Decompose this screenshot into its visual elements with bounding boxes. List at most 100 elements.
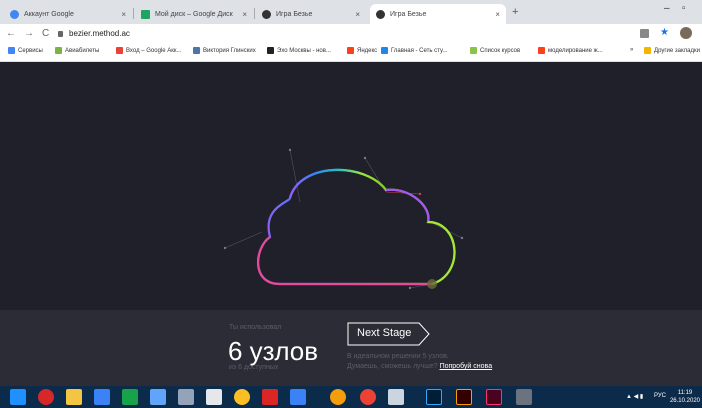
indesign-icon[interactable]: [486, 389, 502, 405]
bookmark-viktoria[interactable]: Виктория Глинских: [193, 47, 256, 54]
bookmark-label: Главная - Сеть сту...: [391, 47, 448, 54]
cloud-curve-segment[interactable]: [385, 188, 430, 223]
tab-google-account[interactable]: Аккаунт Google ×: [4, 4, 132, 24]
bookmark-label: Вход – Google Акк...: [126, 47, 182, 54]
bookmark-yandex[interactable]: Яндекс: [347, 47, 377, 54]
new-tab-button[interactable]: +: [512, 6, 518, 18]
handle-point[interactable]: [363, 156, 367, 160]
apps-icon: [8, 47, 15, 54]
paint-icon[interactable]: [234, 389, 250, 405]
power-icon[interactable]: [38, 389, 54, 405]
clock[interactable]: 11:19 26.10.2020: [670, 389, 700, 405]
hint-line: В идеальном решении 5 узлов.: [347, 353, 449, 360]
bezier-canvas[interactable]: [0, 62, 702, 310]
maximize-button[interactable]: ▫: [682, 3, 686, 14]
url-field[interactable]: bezier.method.ac: [58, 29, 130, 38]
search-icon[interactable]: [330, 389, 346, 405]
bookmark-courses[interactable]: Список курсов: [470, 47, 520, 54]
back-button[interactable]: ←: [6, 28, 16, 39]
photoshop-icon[interactable]: [426, 389, 442, 405]
retry-link[interactable]: Попробуй снова: [440, 363, 493, 370]
language-indicator[interactable]: РУС: [654, 393, 666, 399]
yandex-icon: [538, 47, 545, 54]
yandex-icon: [347, 47, 354, 54]
echo-icon: [267, 47, 274, 54]
bookmark-main[interactable]: Главная - Сеть сту...: [381, 47, 447, 54]
cloud-curve-segment[interactable]: [427, 220, 456, 286]
hint-text: В идеальном решении 5 узлов. Думаешь, см…: [347, 352, 507, 372]
tab-close-icon[interactable]: ×: [355, 10, 360, 19]
avatar[interactable]: [680, 27, 692, 39]
address-bar-row: ← → C bezier.method.ac ★: [0, 24, 702, 44]
tab-close-icon[interactable]: ×: [121, 10, 126, 19]
globe-icon: [262, 9, 271, 19]
calculator-icon[interactable]: [178, 389, 194, 405]
bookmark-label: Эхо Москвы - нов...: [277, 47, 331, 54]
bookmark-icon: [381, 47, 388, 54]
tab-separator: [254, 8, 255, 19]
hint-line: Думаешь, сможешь лучше?: [347, 363, 438, 370]
minimize-button[interactable]: –: [664, 3, 670, 14]
drive-icon: [141, 9, 150, 19]
mail-icon[interactable]: [150, 389, 166, 405]
tab-google-drive[interactable]: Мой диск – Google Диск ×: [135, 4, 253, 24]
handle-point[interactable]: [460, 236, 464, 240]
app-icon[interactable]: [290, 389, 306, 405]
bookmarks-bar: Сервисы Авиабилеты Вход – Google Акк... …: [0, 44, 702, 62]
windows-start-icon[interactable]: [10, 389, 26, 405]
tab-title: Игра Безье: [390, 10, 427, 18]
bookmark-other[interactable]: Другие закладки: [644, 47, 700, 54]
windows-taskbar: ▲ ◀ ▮ РУС 11:19 26.10.2020: [0, 386, 702, 408]
bookmarks-overflow[interactable]: »: [630, 47, 633, 53]
folder-icon: [644, 47, 651, 54]
word-icon[interactable]: [94, 389, 110, 405]
bookmark-label: Виктория Глинских: [203, 47, 256, 54]
cloud-curve-segment[interactable]: [257, 236, 281, 286]
bookmark-label: Другие закладки: [654, 47, 700, 54]
anchor-point[interactable]: [427, 279, 437, 289]
notepad-icon[interactable]: [388, 389, 404, 405]
tab-bezier-game[interactable]: Игра Безье ×: [256, 4, 366, 24]
chrome-icon[interactable]: [360, 389, 376, 405]
tab-close-icon[interactable]: ×: [495, 10, 500, 19]
handle-point[interactable]: [223, 246, 227, 250]
forward-button[interactable]: →: [24, 28, 34, 39]
bookmark-icon: [470, 47, 477, 54]
bookmark-services[interactable]: Сервисы: [8, 47, 43, 54]
handle-point[interactable]: [288, 148, 292, 152]
star-icon[interactable]: ★: [660, 27, 669, 38]
globe-icon: [376, 9, 385, 19]
google-icon: [116, 47, 123, 54]
chart-icon[interactable]: [206, 389, 222, 405]
url-text: bezier.method.ac: [69, 29, 130, 38]
cloud-curve-segment[interactable]: [288, 168, 387, 199]
tab-title: Мой диск – Google Диск: [155, 10, 233, 18]
drawing-stage[interactable]: [0, 62, 702, 310]
next-stage-button[interactable]: Next Stage: [347, 322, 431, 346]
bookmark-label: моделирование ж...: [548, 47, 603, 54]
bookmark-modeling[interactable]: моделирование ж...: [538, 47, 603, 54]
bookmark-echo[interactable]: Эхо Москвы - нов...: [267, 47, 331, 54]
vk-icon: [193, 47, 200, 54]
illustrator-icon[interactable]: [456, 389, 472, 405]
of-available-label: из 6 доступных: [229, 364, 279, 371]
tab-bezier-game-active[interactable]: Игра Безье ×: [370, 4, 506, 24]
bookmark-label: Яндекс: [357, 47, 378, 54]
app-icon[interactable]: [516, 389, 532, 405]
bookmark-label: Список курсов: [480, 47, 521, 54]
tab-separator: [133, 8, 134, 19]
folder-icon[interactable]: [66, 389, 82, 405]
pdf-icon[interactable]: [262, 389, 278, 405]
excel-icon[interactable]: [122, 389, 138, 405]
bookmark-google-login[interactable]: Вход – Google Акк...: [116, 47, 182, 54]
used-label: Ты использовал: [229, 324, 282, 331]
cloud-curve[interactable]: [257, 168, 456, 286]
tray-icons[interactable]: ▲ ◀ ▮: [626, 393, 643, 400]
tab-close-icon[interactable]: ×: [242, 10, 247, 19]
handle-point[interactable]: [408, 286, 412, 290]
bookmark-avia[interactable]: Авиабилеты: [55, 47, 99, 54]
result-panel: Ты использовал 6 узлов из 6 доступных Ne…: [0, 310, 702, 386]
reload-button[interactable]: C: [42, 28, 49, 39]
translate-icon[interactable]: [640, 29, 649, 38]
handle-point[interactable]: [418, 192, 422, 196]
